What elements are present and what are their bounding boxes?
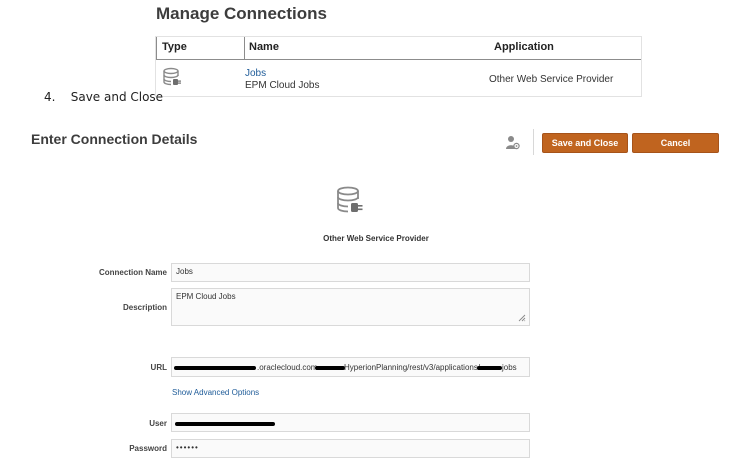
description-field[interactable]: EPM Cloud Jobs [171,288,530,326]
connection-name-link[interactable]: Jobs [245,68,266,79]
redaction-mark [315,366,345,370]
redaction-mark [175,422,275,426]
password-field[interactable]: •••••• [171,439,530,458]
column-name[interactable]: Name [249,41,279,53]
column-type[interactable]: Type [162,41,187,53]
url-part-suffix: jobs [502,363,517,372]
url-field[interactable]: .oraclecloud.com HyperionPlanning/rest/v… [171,357,530,377]
user-label: User [149,419,167,428]
user-field[interactable] [171,413,530,432]
step-number: 4. [44,90,56,104]
connection-description: EPM Cloud Jobs [245,80,320,91]
url-part-domain: .oraclecloud.com [257,363,318,372]
database-plug-icon [335,186,365,223]
show-advanced-options-link[interactable]: Show Advanced Options [172,388,259,397]
step-instruction: 4. Save and Close [44,90,163,104]
provider-name: Other Web Service Provider [323,234,429,243]
connection-name-label: Connection Name [98,268,167,277]
connections-table: Type Name Application Jobs EPM Cloud Job… [155,36,642,97]
redaction-mark [477,366,502,370]
description-label: Description [122,303,167,312]
connection-application: Other Web Service Provider [489,74,614,85]
url-label: URL [150,363,167,372]
user-settings-icon[interactable] [506,135,520,156]
database-plug-icon [161,67,183,94]
redaction-mark [174,366,256,370]
step-text: Save and Close [70,90,164,104]
resize-handle-icon[interactable] [518,314,526,322]
password-label: Password [129,444,167,453]
cancel-button[interactable]: Cancel [632,133,719,153]
toolbar-divider [533,129,534,155]
connection-name-field[interactable]: Jobs [171,263,530,282]
page-title: Enter Connection Details [31,131,198,147]
url-part-path: HyperionPlanning/rest/v3/applications/ [344,363,481,372]
table-header: Type Name Application [156,37,641,60]
save-and-close-button[interactable]: Save and Close [542,133,628,153]
manage-connections-title: Manage Connections [156,4,327,23]
column-application[interactable]: Application [494,41,554,53]
description-text: EPM Cloud Jobs [176,292,236,301]
